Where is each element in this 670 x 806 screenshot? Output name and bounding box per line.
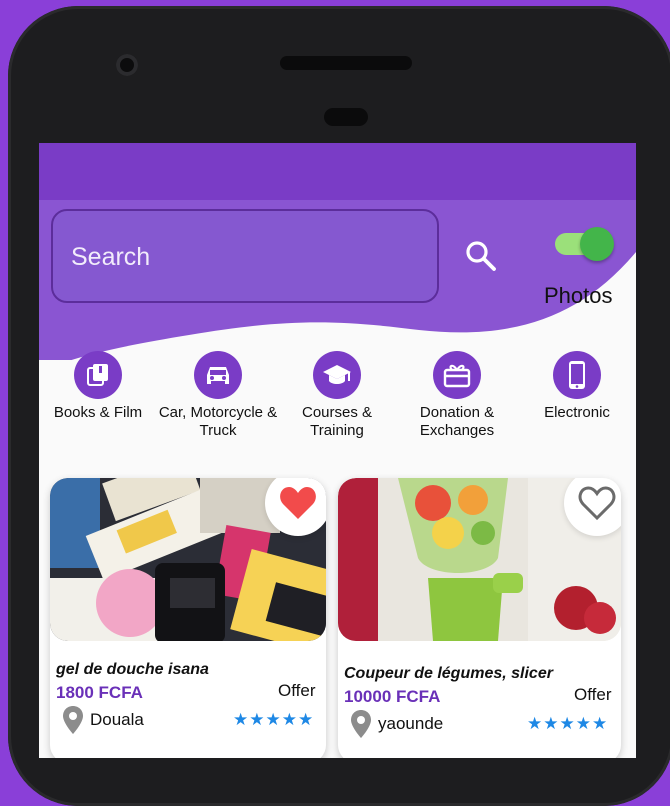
- listing-price: 10000 FCFA: [344, 687, 441, 706]
- category-label: Donation & Exchanges: [419, 404, 495, 439]
- rating-stars: ★★★★★: [233, 710, 315, 729]
- search-input[interactable]: Search: [51, 209, 439, 303]
- app-screen: Search Photos Books & Film Car, Motorcyc…: [39, 143, 636, 758]
- listing-location: Douala: [62, 705, 144, 735]
- photos-toggle[interactable]: [553, 227, 617, 261]
- category-car-motorcycle-truck[interactable]: Car, Motorcycle & Truck: [158, 351, 278, 440]
- category-donation-exchanges[interactable]: Donation & Exchanges: [397, 351, 517, 440]
- category-books-film[interactable]: Books & Film: [39, 351, 158, 422]
- listing-type: Offer: [278, 681, 316, 700]
- location-name: yaounde: [378, 714, 444, 733]
- search-icon[interactable]: [464, 239, 498, 273]
- map-pin-icon: [63, 706, 83, 734]
- listing-title: gel de douche isana: [56, 661, 209, 678]
- heart-filled-icon: [280, 487, 316, 519]
- heart-outline-icon: [578, 486, 616, 521]
- graduation-cap-icon: [313, 351, 361, 399]
- rating-stars: ★★★★★: [527, 714, 609, 733]
- category-row: Books & Film Car, Motorcycle & Truck Cou…: [39, 351, 636, 441]
- category-electronic[interactable]: Electronic: [517, 351, 636, 422]
- category-label: Books & Film: [53, 404, 143, 421]
- smartphone-icon: [553, 351, 601, 399]
- listing-card[interactable]: Coupeur de légumes, slicer 10000 FCFA Of…: [338, 478, 621, 758]
- category-label: Electronic: [544, 404, 610, 421]
- photos-toggle-label: Photos: [544, 283, 613, 308]
- toggle-thumb: [580, 227, 614, 261]
- listing-card[interactable]: gel de douche isana 1800 FCFA Offer Doua…: [50, 478, 326, 758]
- listing-price: 1800 FCFA: [56, 683, 143, 702]
- category-courses-training[interactable]: Courses & Training: [277, 351, 397, 440]
- app-bar: [39, 143, 636, 200]
- listing-location: yaounde: [350, 709, 443, 739]
- proximity-sensor: [324, 108, 368, 126]
- listing-type: Offer: [574, 685, 612, 704]
- car-icon: [194, 351, 242, 399]
- gift-icon: [433, 351, 481, 399]
- book-icon: [74, 351, 122, 399]
- search-placeholder: Search: [71, 243, 151, 271]
- listing-title: Coupeur de légumes, slicer: [344, 665, 553, 682]
- category-label: Courses & Training: [301, 404, 373, 439]
- map-pin-icon: [351, 710, 371, 738]
- earpiece-speaker: [280, 56, 412, 70]
- category-label: Car, Motorcycle & Truck: [158, 404, 278, 439]
- front-camera: [116, 54, 138, 76]
- location-name: Douala: [90, 710, 144, 729]
